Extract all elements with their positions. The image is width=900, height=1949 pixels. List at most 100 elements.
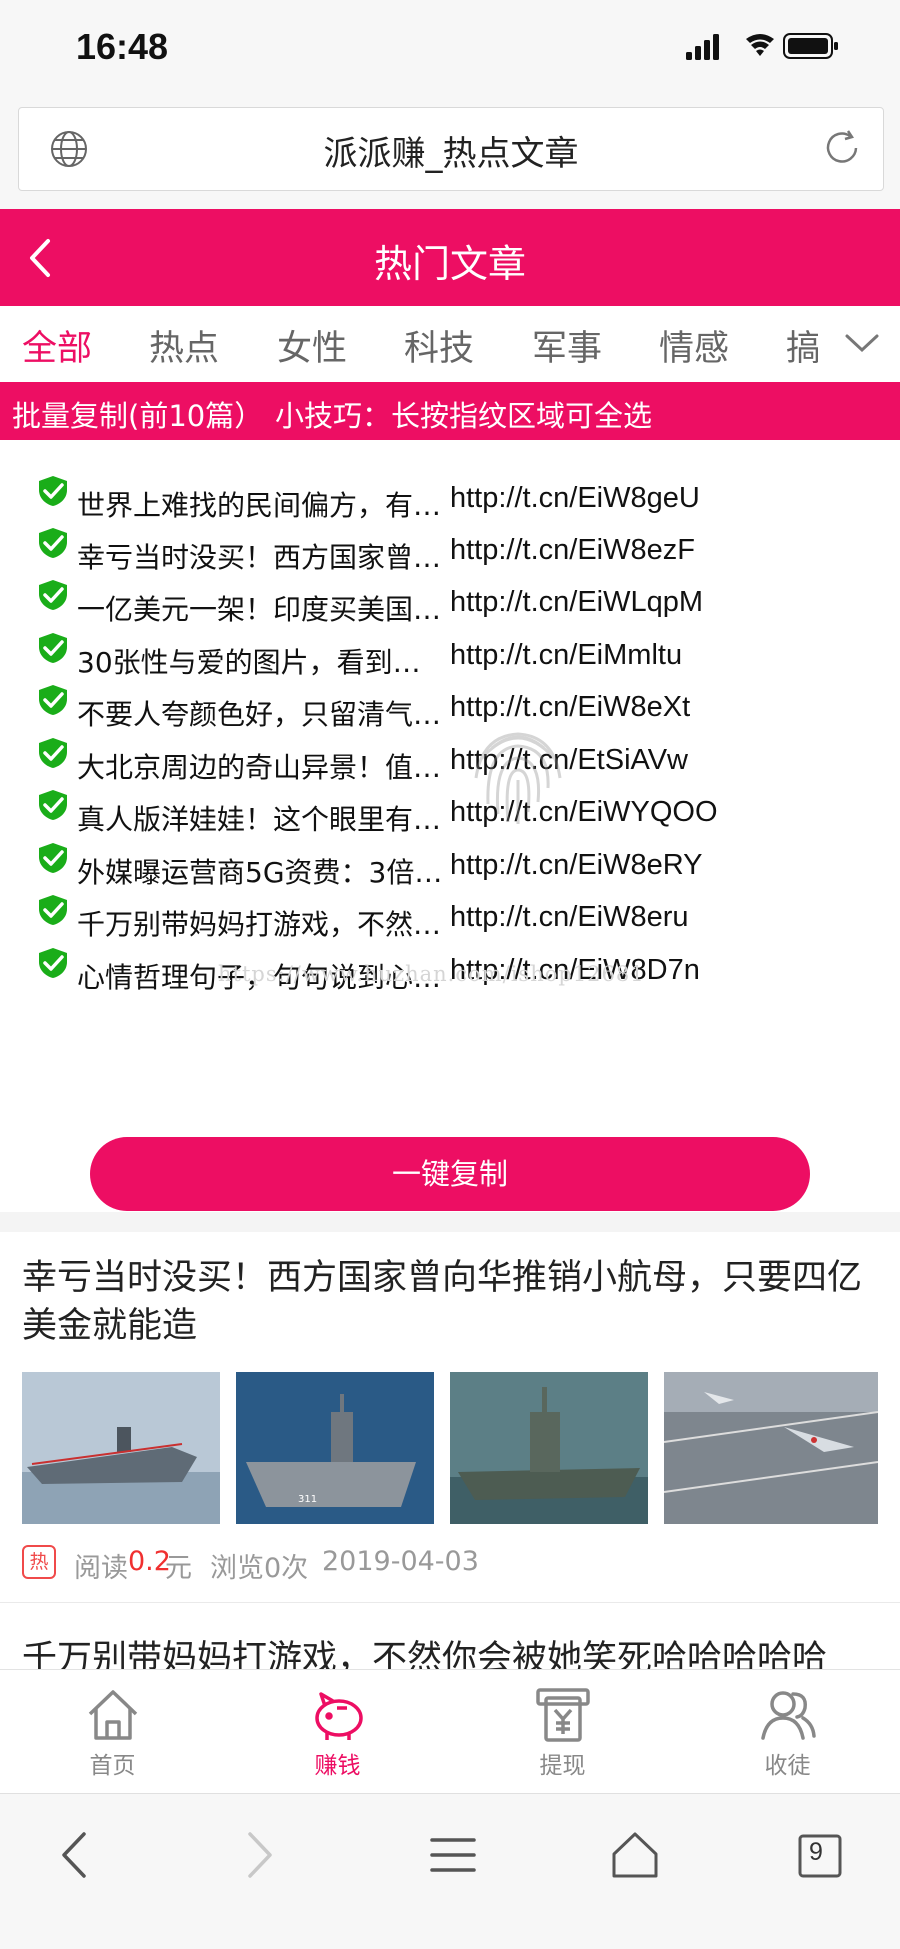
article-card[interactable]: 幸亏当时没买！西方国家曾向华推销小航母，只要四亿美金就能造 311 热 阅读 0… [0, 1232, 900, 1602]
tab-emotion[interactable]: 情感 [659, 320, 729, 371]
wifi-icon [746, 34, 774, 56]
reload-icon[interactable] [821, 127, 863, 173]
hot-badge: 热 [22, 1545, 56, 1579]
withdraw-icon [536, 1688, 590, 1742]
copy-list: 世界上难找的民间偏方，有的还挺管用 http://t.cn/EiW8geU 幸亏… [0, 440, 900, 1210]
list-item[interactable]: 幸亏当时没买！西方国家曾向华推销小航母 http://t.cn/EiW8ezF [36, 526, 876, 578]
users-icon [761, 1691, 816, 1740]
bottom-tab-bar: 首页 赚钱 提现 收徒 [0, 1669, 900, 1794]
tab-home[interactable]: 首页 [0, 1670, 225, 1794]
address-bar[interactable]: 派派赚_热点文章 [18, 107, 884, 191]
tab-recruit[interactable]: 收徒 [675, 1670, 900, 1794]
chevron-right-icon [248, 1832, 272, 1878]
page-title: 派派赚_热点文章 [323, 134, 579, 174]
list-item-title: 一亿美元一架！印度买美国战机 [77, 593, 447, 626]
battery-icon [783, 33, 838, 59]
list-item-url: http://t.cn/EiW8eRY [450, 849, 703, 881]
piggy-bank-icon [315, 1692, 363, 1740]
browser-address-area: 派派赚_热点文章 [0, 95, 900, 209]
list-item-url: http://t.cn/EiW8ezF [450, 534, 695, 566]
browser-toolbar: 9 [0, 1793, 900, 1949]
tab-label: 首页 [89, 1753, 136, 1779]
category-tabs: 全部 热点 女性 科技 军事 情感 搞笑 [0, 306, 900, 382]
list-item[interactable]: 千万别带妈妈打游戏，不然你会被她笑死 http://t.cn/EiW8eru [36, 893, 876, 945]
shield-check-icon [36, 474, 70, 512]
list-item[interactable]: 不要人夸颜色好，只留清气满乾坤 http://t.cn/EiW8eXt [36, 683, 876, 735]
read-label: 阅读 [74, 1553, 128, 1584]
home-icon [88, 1690, 138, 1740]
svg-text:311: 311 [298, 1494, 317, 1505]
fingerprint-icon[interactable] [462, 718, 574, 834]
list-item-url: http://t.cn/EiWLqpM [450, 586, 704, 618]
browser-back-button[interactable] [34, 1820, 114, 1886]
menu-icon [430, 1838, 476, 1872]
list-item-title: 不要人夸颜色好，只留清气满乾坤 [77, 698, 447, 731]
section-gap [0, 1212, 900, 1232]
list-item-title: 大北京周边的奇山异景！值得一去 [77, 751, 447, 784]
shield-check-icon [36, 841, 70, 879]
watermark: https://www.huzhan.com/ishop12681 [218, 962, 645, 986]
batch-copy-label[interactable]: 批量复制(前10篇） [12, 393, 263, 435]
article-title[interactable]: 幸亏当时没买！西方国家曾向华推销小航母，只要四亿美金就能造 [22, 1254, 880, 1350]
list-item-url: http://t.cn/EiW8geU [450, 482, 700, 514]
app-header: 热门文章 [0, 209, 900, 306]
browser-menu-button[interactable] [410, 1820, 490, 1886]
list-item-url: http://t.cn/EiW8eru [450, 901, 689, 933]
tab-hot[interactable]: 热点 [149, 320, 219, 371]
browser-forward-button[interactable] [220, 1820, 300, 1886]
status-bar: 16:48 [0, 0, 900, 95]
tab-count: 9 [809, 1838, 823, 1866]
tab-label: 提现 [539, 1753, 586, 1779]
chevron-down-icon [845, 334, 879, 353]
list-item[interactable]: 大北京周边的奇山异景！值得一去 http://t.cn/EtSiAVw [36, 736, 876, 788]
tab-tech[interactable]: 科技 [404, 320, 474, 371]
list-item[interactable]: 一亿美元一架！印度买美国战机 http://t.cn/EiWLqpM [36, 578, 876, 630]
tab-label: 赚钱 [314, 1753, 361, 1779]
list-item[interactable]: 真人版洋娃娃！这个眼里有星星的女孩 http://t.cn/EiWYQOO [36, 788, 876, 840]
divider [0, 1602, 900, 1603]
article-thumbnail[interactable] [22, 1372, 220, 1524]
list-item[interactable]: 30张性与爱的图片，看到最后 http://t.cn/EiMmltu [36, 631, 876, 683]
tab-military[interactable]: 军事 [532, 320, 602, 371]
signal-icon [686, 34, 719, 60]
status-time: 16:48 [76, 26, 169, 67]
list-item-title: 真人版洋娃娃！这个眼里有星星的女孩 [77, 803, 447, 836]
copy-all-button[interactable]: 一键复制 [90, 1137, 810, 1211]
tab-label: 收徒 [764, 1753, 811, 1779]
article-thumbnail[interactable] [450, 1372, 648, 1524]
list-item[interactable]: 世界上难找的民间偏方，有的还挺管用 http://t.cn/EiW8geU [36, 474, 876, 526]
article-thumbnail[interactable]: 311 [236, 1372, 434, 1524]
header-title: 热门文章 [373, 242, 526, 286]
article-date: 2019-04-03 [322, 1546, 479, 1577]
view-count: 浏览0次 [210, 1553, 309, 1584]
batch-copy-banner: 批量复制(前10篇） 小技巧：长按指纹区域可全选 [0, 382, 900, 440]
list-item-title: 幸亏当时没买！西方国家曾向华推销小航母 [77, 541, 447, 574]
list-item-title: 外媒曝运营商5G资费：3倍于4G [77, 856, 447, 889]
tab-earn[interactable]: 赚钱 [225, 1670, 450, 1794]
status-icons [686, 30, 856, 70]
tab-women[interactable]: 女性 [277, 320, 347, 371]
chevron-left-icon [62, 1832, 86, 1878]
browser-home-button[interactable] [590, 1820, 670, 1886]
tab-all[interactable]: 全部 [22, 320, 92, 371]
read-unit: 元 [165, 1553, 192, 1584]
list-item-title: 30张性与爱的图片，看到最后 [77, 646, 447, 679]
shield-check-icon [36, 946, 70, 984]
list-item[interactable]: 外媒曝运营商5G资费：3倍于4G http://t.cn/EiW8eRY [36, 841, 876, 893]
tip-text: 小技巧：长按指纹区域可全选 [275, 399, 653, 433]
browser-tabs-button[interactable]: 9 [776, 1820, 856, 1886]
list-item-title: 千万别带妈妈打游戏，不然你会被她笑死 [77, 908, 447, 941]
shield-check-icon [36, 736, 70, 774]
expand-tabs-button[interactable] [820, 306, 900, 382]
shield-check-icon [36, 683, 70, 721]
shield-check-icon [36, 578, 70, 616]
home-outline-icon [612, 1832, 658, 1878]
shield-check-icon [36, 893, 70, 931]
list-item-title: 世界上难找的民间偏方，有的还挺管用 [77, 489, 447, 522]
shield-check-icon [36, 788, 70, 826]
article-thumbnail[interactable] [664, 1372, 878, 1524]
shield-check-icon [36, 526, 70, 564]
list-item-url: http://t.cn/EiMmltu [450, 639, 683, 671]
tab-withdraw[interactable]: 提现 [450, 1670, 675, 1794]
shield-check-icon [36, 631, 70, 669]
